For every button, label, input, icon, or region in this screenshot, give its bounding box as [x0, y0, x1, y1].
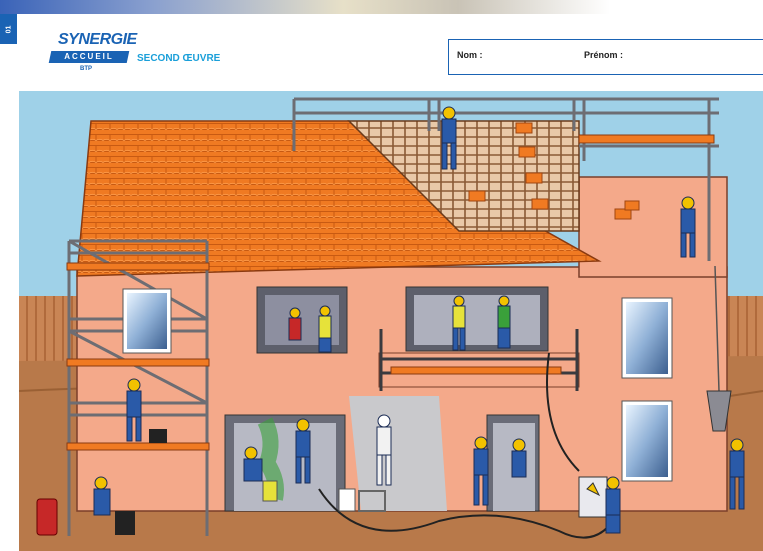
page-number-tab: 01	[0, 14, 17, 44]
logo-accueil: ACCUEIL	[64, 52, 114, 61]
toolbox	[149, 429, 167, 443]
construction-scene	[19, 91, 763, 551]
logo-title: SYNERGIE	[58, 31, 137, 48]
prenom-label: Prénom :	[584, 50, 624, 60]
green-bucket	[262, 480, 278, 502]
synergie-logo: SYNERGIE ACCUEIL BTP	[48, 31, 138, 77]
toolbox-ground	[115, 511, 135, 535]
page-number: 01	[4, 25, 12, 33]
painter	[288, 307, 302, 341]
red-barrel	[36, 498, 58, 536]
nom-label: Nom :	[457, 50, 483, 60]
construction-illustration	[19, 91, 763, 551]
logo-btp: BTP	[80, 66, 92, 72]
section-subtitle: SECOND ŒUVRE	[137, 53, 221, 64]
electrician	[605, 476, 621, 534]
name-form-box: Nom : Prénom :	[448, 39, 763, 75]
plaster-patch	[349, 396, 447, 511]
worker-vest	[318, 305, 332, 353]
welder	[497, 295, 511, 349]
upper-block	[578, 176, 728, 278]
kneeling-worker	[511, 438, 527, 478]
top-decorative-strip	[0, 0, 763, 14]
paint-bucket	[338, 488, 356, 512]
